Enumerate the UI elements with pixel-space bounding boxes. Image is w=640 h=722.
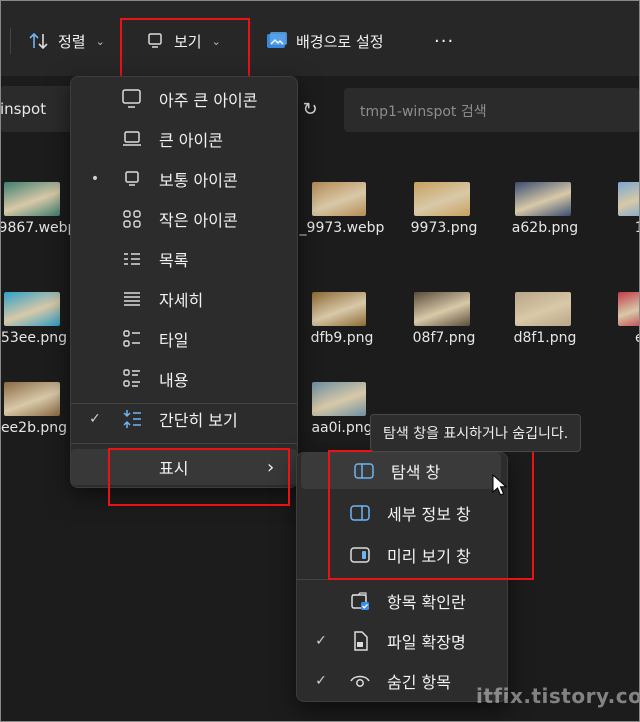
menu-item-label: 아주 큰 아이콘 [159, 91, 258, 110]
menu-item-label: 세부 정보 창 [387, 505, 471, 524]
file-name[interactable]: d8f1.png [493, 328, 597, 348]
menu-item-label: 파일 확장명 [387, 633, 466, 652]
file-icon [349, 630, 371, 652]
details-icon [121, 288, 143, 310]
menu-item-label: 내용 [159, 371, 189, 390]
show-submenu: 탐색 창세부 정보 창미리 보기 창항목 확인란 ✓ 파일 확장명 ✓ 숨긴 항목 [296, 452, 508, 702]
watermark: itfix.tistory.com [476, 684, 640, 708]
file-name[interactable]: a62b.png [493, 218, 597, 238]
grid-icon [121, 208, 143, 230]
navigation-pane-icon [353, 460, 375, 482]
more-options-button[interactable]: ··· [434, 26, 454, 56]
check-mark: • [90, 171, 100, 187]
tooltip: 탐색 창을 표시하거나 숨깁니다. [370, 414, 582, 452]
view-button[interactable]: 보기 ⌄ [144, 26, 221, 56]
file-thumbnail[interactable] [618, 292, 640, 326]
checkbox-icon [349, 590, 371, 612]
file-name[interactable]: e9a [596, 328, 640, 348]
sort-label: 정렬 [58, 32, 86, 51]
menu-item-label: 숨긴 항목 [387, 673, 451, 692]
file-thumbnail[interactable] [312, 182, 366, 216]
file-thumbnail[interactable] [4, 292, 60, 326]
menu-item-label: 작은 아이콘 [159, 211, 238, 230]
search-input[interactable]: tmp1-winspot 검색 [360, 101, 487, 121]
menu-item[interactable]: 항목 확인란 [297, 583, 507, 619]
view-label: 보기 [174, 32, 202, 51]
monitor-large-icon [121, 88, 143, 110]
menu-item[interactable]: 큰 아이콘 [71, 121, 297, 157]
file-name[interactable]: 08f7.png [392, 328, 496, 348]
menu-item[interactable]: ✓ 파일 확장명 [297, 623, 507, 659]
menu-item[interactable]: 탐색 창 [301, 453, 501, 489]
refresh-icon: ↻ [302, 98, 318, 120]
check-mark: ✓ [89, 411, 101, 427]
mouse-cursor-icon [492, 474, 508, 496]
content-icon [121, 368, 143, 390]
menu-item-label: 타일 [159, 331, 189, 350]
toolbar-separator [10, 28, 11, 54]
file-thumbnail[interactable] [414, 182, 470, 216]
menu-item[interactable]: 내용 [71, 361, 297, 397]
menu-item-label: 자세히 [159, 291, 204, 310]
set-background-label: 배경으로 설정 [296, 32, 384, 51]
sort-button[interactable]: 정렬 ⌄ [28, 26, 105, 56]
menu-item-label: 큰 아이콘 [159, 131, 223, 150]
wallpaper-icon [266, 30, 288, 52]
file-thumbnail[interactable] [515, 292, 571, 326]
check-mark: ✓ [315, 633, 327, 649]
file-thumbnail[interactable] [312, 382, 366, 416]
menu-item[interactable]: • 보통 아이콘 [71, 161, 297, 197]
menu-item[interactable]: 타일 [71, 321, 297, 357]
file-thumbnail[interactable] [414, 292, 470, 326]
file-name[interactable]: _9973.webp [290, 218, 394, 238]
monitor-medium-icon [121, 168, 143, 190]
file-thumbnail[interactable] [312, 292, 366, 326]
menu-divider [71, 443, 297, 444]
monitor-icon [144, 30, 166, 52]
eye-icon [349, 670, 371, 692]
file-thumbnail[interactable] [618, 182, 640, 216]
menu-item-label: 목록 [159, 251, 189, 270]
file-thumbnail[interactable] [4, 382, 60, 416]
check-mark: ✓ [315, 673, 327, 689]
view-menu: 아주 큰 아이콘큰 아이콘 • 보통 아이콘작은 아이콘목록자세히타일내용 ✓ 간단히 … [70, 76, 298, 488]
list-icon [121, 248, 143, 270]
menu-divider [71, 403, 297, 404]
file-thumbnail[interactable] [4, 182, 60, 216]
menu-item-show[interactable]: 표시 › [71, 449, 297, 485]
file-thumbnail[interactable] [515, 182, 571, 216]
menu-item[interactable]: 세부 정보 창 [297, 495, 507, 531]
laptop-icon [121, 128, 143, 150]
menu-divider [297, 579, 507, 580]
more-icon: ··· [434, 30, 455, 52]
tiles-icon [121, 328, 143, 350]
preview-pane-icon [349, 544, 371, 566]
menu-item-label: 표시 [159, 459, 189, 478]
menu-item-label: 항목 확인란 [387, 593, 466, 612]
menu-item[interactable]: 미리 보기 창 [297, 537, 507, 573]
refresh-button[interactable]: ↻ [296, 96, 324, 122]
chevron-right-icon: › [267, 456, 275, 478]
menu-item[interactable]: ✓ 간단히 보기 [71, 401, 297, 437]
address-path: inspot [0, 100, 47, 118]
menu-item-label: 미리 보기 창 [387, 547, 471, 566]
chevron-down-icon: ⌄ [211, 34, 221, 48]
file-name[interactable]: dfb9.png [290, 328, 394, 348]
compact-view-icon [121, 408, 143, 430]
file-name[interactable]: 15a [596, 218, 640, 238]
menu-item[interactable]: 목록 [71, 241, 297, 277]
menu-item-label: 간단히 보기 [159, 411, 238, 430]
menu-item-label: 보통 아이콘 [159, 171, 238, 190]
file-name[interactable]: 9973.png [392, 218, 496, 238]
menu-item[interactable]: 아주 큰 아이콘 [71, 81, 297, 117]
menu-item[interactable]: 작은 아이콘 [71, 201, 297, 237]
details-pane-icon [349, 502, 371, 524]
sort-icon [28, 30, 50, 52]
menu-item[interactable]: 자세히 [71, 281, 297, 317]
menu-item-label: 탐색 창 [391, 463, 441, 482]
set-background-button[interactable]: 배경으로 설정 [266, 26, 384, 56]
chevron-down-icon: ⌄ [95, 34, 105, 48]
